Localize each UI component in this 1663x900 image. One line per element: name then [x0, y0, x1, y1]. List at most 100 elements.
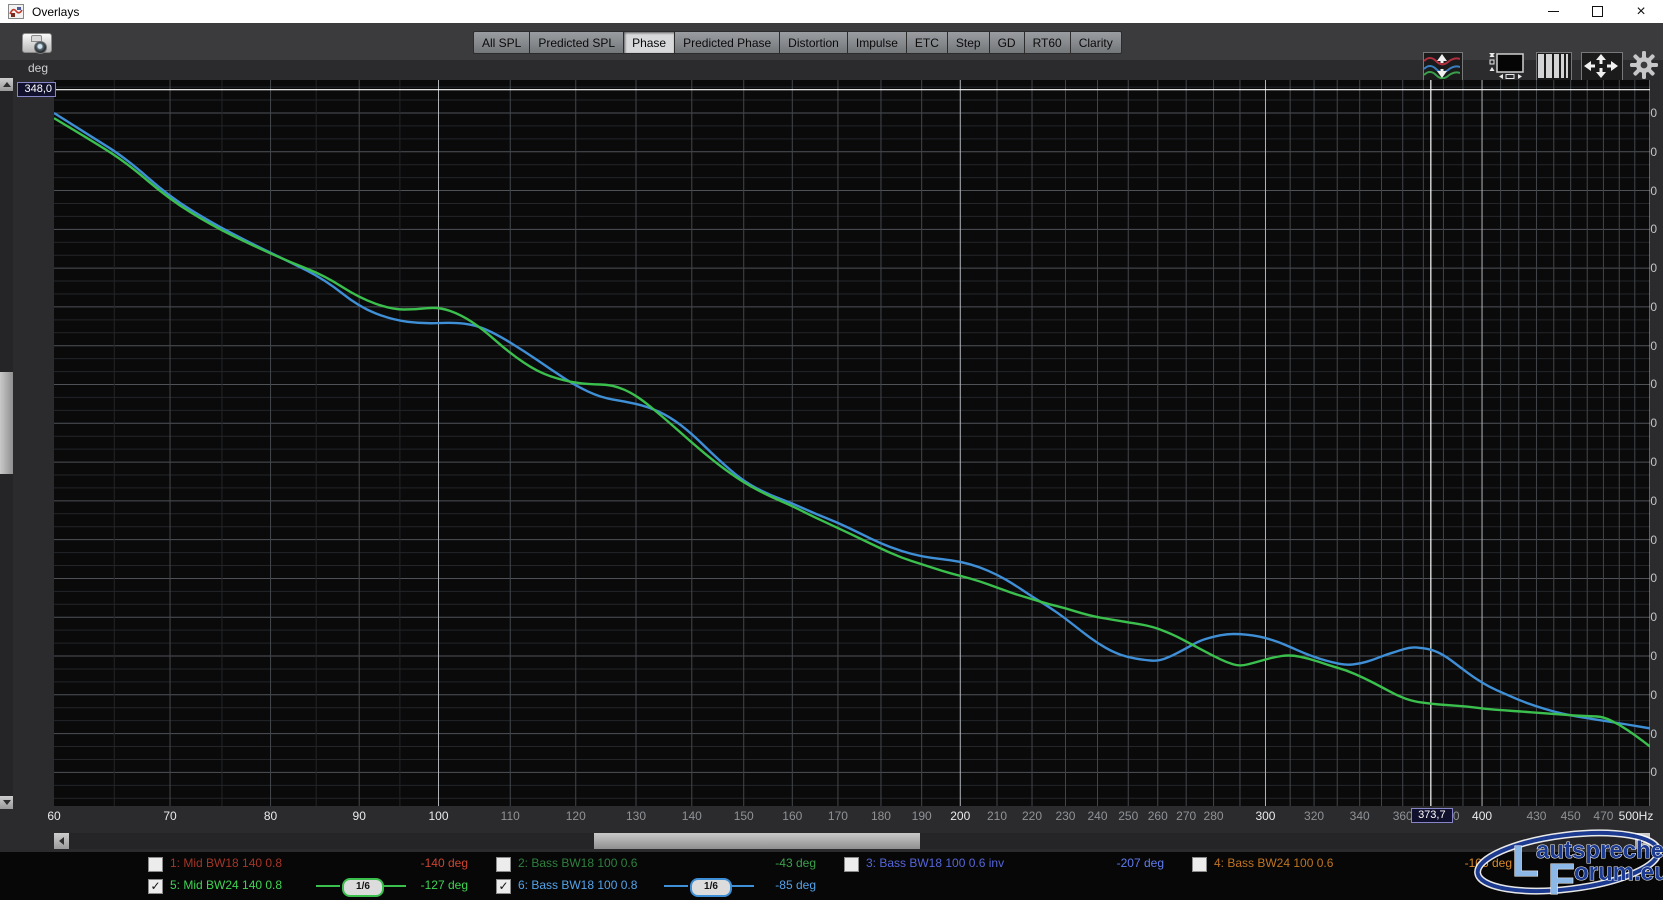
graph-arrows-icon — [1424, 53, 1460, 79]
overlays-window: Overlays × All SPLPredicted SPLPhasePred… — [0, 0, 1663, 900]
legend-item-4: 4: Bass BW24 100 0.6-106 deg — [1190, 856, 1512, 874]
smoothing-button[interactable]: 1/6 — [342, 878, 384, 897]
y-cursor-readout: 348,0 — [17, 82, 56, 97]
title-bar: Overlays × — [0, 0, 1663, 24]
tab-clarity[interactable]: Clarity — [1071, 31, 1122, 54]
cursor-phase-value: -43 deg — [775, 856, 816, 870]
tab-gd[interactable]: GD — [990, 31, 1025, 54]
maximize-icon — [1592, 6, 1603, 17]
x-tick-label: 500Hz — [1619, 809, 1654, 823]
curve-color-line — [730, 885, 754, 887]
phase-plot-svg — [54, 80, 1650, 806]
x-cursor-readout: 373,7 — [1411, 808, 1453, 823]
x-tick-label: 90 — [353, 809, 366, 823]
spl-offset-button[interactable] — [1423, 52, 1463, 82]
x-tick-label: 80 — [264, 809, 277, 823]
x-tick-label: 240 — [1087, 809, 1107, 823]
curve-color-line — [382, 885, 406, 887]
x-tick-label: 70 — [163, 809, 176, 823]
measurement-label: 5: Mid BW24 140 0.8 — [170, 878, 282, 892]
x-tick-label: 130 — [626, 809, 646, 823]
measurement-checkbox-6[interactable]: ✓ — [496, 879, 511, 894]
x-tick-label: 400 — [1472, 809, 1492, 823]
fit-to-data-button[interactable] — [1581, 52, 1623, 82]
x-tick-label: 230 — [1055, 809, 1075, 823]
curve-5-mid-bw24-140-0-8 — [54, 118, 1650, 746]
pan-arrows-icon — [1582, 53, 1620, 79]
maximize-button[interactable] — [1575, 0, 1619, 23]
measurement-checkbox-2[interactable] — [496, 857, 511, 872]
tab-distortion[interactable]: Distortion — [780, 31, 848, 54]
x-tick-label: 430 — [1526, 809, 1546, 823]
vertical-bars-icon — [1537, 53, 1569, 79]
measurement-label: 6: Bass BW18 100 0.8 — [518, 878, 637, 892]
phase-plot[interactable] — [54, 80, 1650, 806]
close-button[interactable]: × — [1619, 0, 1663, 23]
window-title: Overlays — [32, 5, 79, 19]
x-tick-label: 360 — [1393, 809, 1413, 823]
tab-all-spl[interactable]: All SPL — [473, 31, 530, 54]
horizontal-scrollbar[interactable] — [54, 833, 1650, 849]
x-tick-label: 210 — [987, 809, 1007, 823]
measurement-legend: 1: Mid BW18 140 0.8 -140 deg 2: Bass BW18 … — [0, 852, 1663, 900]
curve-color-line — [316, 885, 340, 887]
tab-predicted-spl[interactable]: Predicted SPL — [530, 31, 624, 54]
x-tick-label: 270 — [1176, 809, 1196, 823]
y-axis-unit-label: deg — [0, 61, 48, 75]
tab-phase[interactable]: Phase — [624, 31, 675, 54]
measurement-label: 4: Bass BW24 100 0.6 — [1214, 856, 1333, 870]
tab-rt60[interactable]: RT60 — [1025, 31, 1071, 54]
measurement-label: 1: Mid BW18 140 0.8 — [170, 856, 282, 870]
scroll-right-button[interactable] — [1635, 833, 1650, 849]
x-tick-label: 120 — [566, 809, 586, 823]
right-arrow-icon — [1640, 837, 1645, 845]
left-arrow-icon — [59, 837, 64, 845]
x-tick-label: 470 — [1593, 809, 1613, 823]
close-icon: × — [1636, 4, 1645, 20]
legend-item-6: ✓ 6: Bass BW18 100 0.8 1/6 -85 deg — [494, 878, 816, 896]
smoothing-control: 1/6 — [316, 878, 408, 894]
x-tick-label: 180 — [871, 809, 891, 823]
horizontal-scroll-thumb[interactable] — [594, 833, 920, 849]
x-tick-label: 150 — [734, 809, 754, 823]
measurement-label: 2: Bass BW18 100 0.6 — [518, 856, 637, 870]
measurement-label: 3: Bass BW18 100 0.6 inv — [866, 856, 1004, 870]
cursor-phase-value: -140 deg — [421, 856, 468, 870]
axis-limits-icon — [1489, 52, 1525, 80]
x-tick-label: 280 — [1204, 809, 1224, 823]
legend-item-1: 1: Mid BW18 140 0.8 -140 deg — [146, 856, 468, 874]
tab-impulse[interactable]: Impulse — [848, 31, 907, 54]
cursor-phase-value: -207 deg — [1117, 856, 1164, 870]
scroll-down-button[interactable] — [0, 796, 13, 809]
tab-step[interactable]: Step — [948, 31, 990, 54]
measurement-checkbox-5[interactable]: ✓ — [148, 879, 163, 894]
curve-color-line — [664, 885, 688, 887]
x-tick-label: 140 — [682, 809, 702, 823]
x-tick-label: 260 — [1148, 809, 1168, 823]
x-tick-label: 110 — [501, 809, 520, 823]
toolbar: All SPLPredicted SPLPhasePredicted Phase… — [0, 23, 1663, 60]
down-arrow-icon — [3, 800, 11, 805]
measurement-checkbox-3[interactable] — [844, 857, 859, 872]
legend-item-2: 2: Bass BW18 100 0.6 -43 deg — [494, 856, 816, 874]
measurement-checkbox-4[interactable] — [1192, 857, 1207, 872]
graph-tabs: All SPLPredicted SPLPhasePredicted Phase… — [473, 31, 1122, 52]
smoothing-button[interactable]: 1/6 — [690, 878, 732, 897]
frequency-bands-button[interactable] — [1536, 52, 1572, 82]
vertical-scroll-thumb[interactable] — [0, 372, 13, 474]
capture-image-button[interactable] — [20, 29, 52, 53]
tab-predicted-phase[interactable]: Predicted Phase — [675, 31, 780, 54]
graph-limits-button[interactable] — [1489, 52, 1525, 80]
x-tick-label: 320 — [1304, 809, 1324, 823]
measurement-checkbox-1[interactable] — [148, 857, 163, 872]
window-icon — [8, 4, 24, 19]
scroll-left-button[interactable] — [54, 833, 69, 849]
minimize-button[interactable] — [1531, 0, 1575, 23]
x-tick-label: 340 — [1350, 809, 1370, 823]
x-tick-label: 100 — [429, 809, 449, 823]
x-tick-label: 170 — [828, 809, 848, 823]
tab-etc[interactable]: ETC — [907, 31, 948, 54]
scroll-up-button[interactable] — [0, 78, 13, 91]
vertical-scrollbar[interactable] — [0, 78, 13, 809]
cursor-phase-value: -85 deg — [775, 878, 816, 892]
